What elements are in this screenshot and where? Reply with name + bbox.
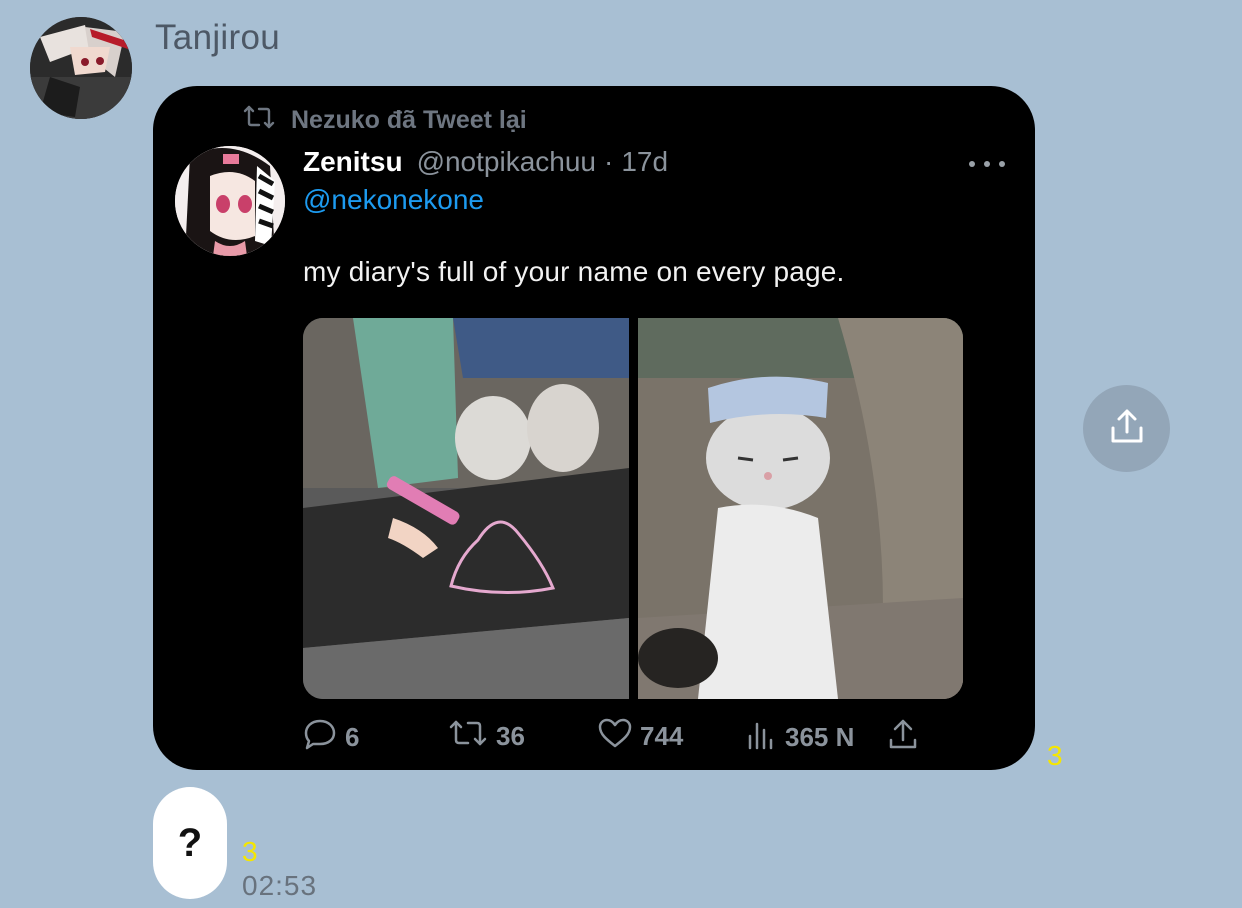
views-count: 365 N [785,722,855,752]
more-icon[interactable] [969,154,1005,174]
tweet-separator: · [604,146,614,177]
retweet-indicator: Nezuko đã Tweet lại [243,104,527,136]
reply-icon [303,718,337,757]
tweet-actions: 6 36 744 365 N [303,718,923,758]
tweet-media[interactable] [303,318,963,699]
like-count: 744 [640,721,684,751]
tweet-share-button[interactable] [888,718,918,757]
tweet-card[interactable]: Nezuko đã Tweet lại Zenitsu @notpikachuu… [153,86,1035,770]
tweet-text: my diary's full of your name on every pa… [303,256,845,287]
tweet-author-handle[interactable]: @notpikachuu [417,146,596,178]
tweet-author-name[interactable]: Zenitsu [303,146,403,178]
retweet-icon [448,718,488,755]
retweet-label: Nezuko đã Tweet lại [291,105,527,134]
media-image-cat[interactable] [637,318,963,699]
views-button[interactable]: 365 N [747,718,854,757]
media-image-skateboard[interactable] [303,318,629,699]
retweet-count: 36 [496,721,525,751]
retweet-button[interactable]: 36 [448,718,525,755]
share-icon [1107,406,1147,451]
tweet-mention[interactable]: @nekonekone [303,184,484,216]
share-icon [888,718,918,757]
tweet-author-avatar[interactable] [175,146,285,256]
sender-avatar[interactable] [30,17,132,119]
heart-icon [598,718,632,755]
message-timestamp: 02:53 [242,870,318,901]
sender-name[interactable]: Tanjirou [155,18,280,58]
message-bubble[interactable]: ? [153,787,227,899]
read-count: 3 [1047,740,1063,771]
read-count: 3 [242,836,258,867]
tweet-header: Zenitsu @notpikachuu · 17d [303,146,668,178]
chat-share-button[interactable] [1083,385,1170,472]
like-button[interactable]: 744 [598,718,683,755]
tweet-timestamp[interactable]: 17d [621,146,668,178]
reply-button[interactable]: 6 [303,718,359,757]
reply-count: 6 [345,722,360,752]
views-icon [747,718,777,757]
retweet-icon [243,104,275,137]
